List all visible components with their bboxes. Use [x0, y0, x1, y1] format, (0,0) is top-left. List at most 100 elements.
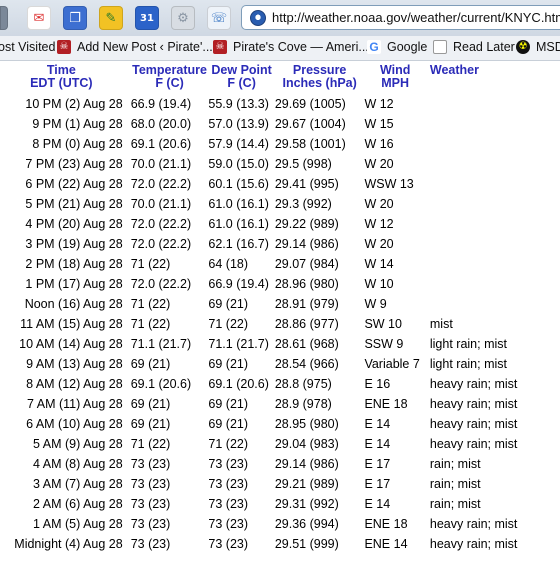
table-row: 10 AM (14) Aug 28 71.1 (21.7) 71.1 (21.7) 2… [0, 334, 560, 354]
cell-dew-point: 69 (21) [208, 417, 249, 431]
cell-time: 1 AM (5) Aug 28 [33, 517, 123, 531]
cell-time: 9 AM (13) Aug 28 [26, 357, 123, 371]
cell-time: 10 PM (2) Aug 28 [25, 97, 123, 111]
cell-pressure: 28.95 (980) [274, 417, 339, 431]
cell-pressure: 28.54 (966) [274, 357, 339, 371]
cell-dew-point: 60.1 (15.6) [208, 177, 269, 191]
phone-icon[interactable]: ☏ [207, 6, 231, 30]
cell-wind: ENE 18 [364, 397, 408, 411]
page-icon [433, 40, 447, 54]
cell-time: 1 PM (17) Aug 28 [25, 277, 123, 291]
cell-pressure: 29.04 (983) [274, 437, 339, 451]
noaa-site-icon [250, 9, 266, 26]
header-dew-point-line2: F (C) [227, 76, 256, 90]
table-row: 8 AM (12) Aug 28 69.1 (20.6) 69.1 (20.6) 28… [0, 374, 560, 394]
cell-weather [426, 234, 560, 254]
cell-time: Midnight (4) Aug 28 [14, 537, 123, 551]
cell-time: 6 AM (10) Aug 28 [26, 417, 123, 431]
cell-pressure: 29.51 (999) [274, 537, 339, 551]
cell-dew-point: 62.1 (16.7) [208, 237, 269, 251]
cell-dew-point: 64 (18) [208, 257, 249, 271]
tabs-icon[interactable]: ❐ [63, 6, 87, 30]
cell-pressure: 28.96 (980) [274, 277, 339, 291]
cell-weather: light rain; mist [429, 337, 507, 351]
cell-wind: W 12 [364, 97, 394, 111]
cell-weather: heavy rain; mist [429, 397, 518, 411]
header-wind: Wind MPH [364, 62, 425, 94]
bookmark-pirates-cove[interactable]: ☠ Pirate's Cove — Ameri... [213, 40, 369, 54]
bookmark-google[interactable]: G Google [367, 40, 427, 54]
calendar-icon[interactable]: 31 [135, 6, 159, 30]
cell-weather [426, 254, 560, 274]
cell-weather [426, 294, 560, 314]
cell-time: 6 PM (22) Aug 28 [25, 177, 123, 191]
cell-time: 3 PM (19) Aug 28 [25, 237, 123, 251]
cell-weather: heavy rain; mist [429, 437, 518, 451]
bookmark-read-later[interactable]: Read Later [433, 40, 515, 54]
radiation-icon: ☢ [516, 40, 530, 54]
table-row: 2 PM (18) Aug 28 71 (22) 64 (18) 29.07 (984… [0, 254, 560, 274]
bookmark-add-new-post[interactable]: ☠ Add New Post ‹ Pirate'... [57, 40, 213, 54]
cell-dew-point: 73 (23) [208, 497, 249, 511]
cell-temperature: 73 (23) [130, 517, 171, 531]
cell-weather: mist [429, 317, 453, 331]
cell-pressure: 29.36 (994) [274, 517, 339, 531]
cell-temperature: 73 (23) [130, 477, 171, 491]
cell-temperature: 70.0 (21.1) [130, 157, 192, 171]
cell-pressure: 29.41 (995) [274, 177, 339, 191]
cell-temperature: 71 (22) [130, 297, 171, 311]
observations-body: 10 PM (2) Aug 28 66.9 (19.4) 55.9 (13.3) 29… [0, 94, 560, 554]
url-text[interactable]: http://weather.noaa.gov/weather/current/… [272, 10, 560, 25]
cell-weather: heavy rain; mist [429, 517, 518, 531]
address-bar[interactable]: http://weather.noaa.gov/weather/current/… [241, 5, 560, 30]
cell-pressure: 29.31 (992) [274, 497, 339, 511]
gear-icon[interactable]: ⚙ [171, 6, 195, 30]
cell-time: 2 AM (6) Aug 28 [33, 497, 123, 511]
cell-weather: heavy rain; mist [429, 537, 518, 551]
cell-temperature: 71.1 (21.7) [130, 337, 192, 351]
cell-temperature: 73 (23) [130, 497, 171, 511]
bookmark-msd[interactable]: ☢ MSD [516, 40, 560, 54]
cell-pressure: 28.86 (977) [274, 317, 339, 331]
table-row: 6 PM (22) Aug 28 72.0 (22.2) 60.1 (15.6) 29… [0, 174, 560, 194]
cell-weather: rain; mist [429, 457, 481, 471]
cell-temperature: 69.1 (20.6) [130, 137, 192, 151]
cell-pressure: 29.5 (998) [274, 157, 332, 171]
table-row: 5 AM (9) Aug 28 71 (22) 71 (22) 29.04 (983)… [0, 434, 560, 454]
cell-wind: E 14 [364, 417, 391, 431]
cell-pressure: 29.14 (986) [274, 237, 339, 251]
header-time: Time EDT (UTC) [0, 62, 127, 94]
cell-dew-point: 73 (23) [208, 457, 249, 471]
cell-wind: SW 10 [364, 317, 402, 331]
browser-toolbar: ✉ ❐ ✎ 31 ⚙ ☏ http://weather.noaa.gov/wea… [0, 0, 560, 36]
bookmark-most-visited[interactable]: ost Visited [0, 40, 55, 54]
table-row: 3 PM (19) Aug 28 72.0 (22.2) 62.1 (16.7) 29… [0, 234, 560, 254]
cell-dew-point: 55.9 (13.3) [208, 97, 269, 111]
cell-pressure: 29.07 (984) [274, 257, 339, 271]
cell-temperature: 72.0 (22.2) [130, 217, 192, 231]
cell-dew-point: 69.1 (20.6) [208, 377, 269, 391]
cell-wind: E 17 [364, 477, 391, 491]
cell-weather [426, 94, 560, 114]
table-row: 7 PM (23) Aug 28 70.0 (21.1) 59.0 (15.0) 29… [0, 154, 560, 174]
header-weather: Weather [426, 62, 560, 94]
cell-dew-point: 57.0 (13.9) [208, 117, 269, 131]
table-row: 4 AM (8) Aug 28 73 (23) 73 (23) 29.14 (986)… [0, 454, 560, 474]
cell-wind: W 14 [364, 257, 394, 271]
bookmark-icon[interactable]: ✎ [99, 6, 123, 30]
table-row: 2 AM (6) Aug 28 73 (23) 73 (23) 29.31 (992)… [0, 494, 560, 514]
table-row: 9 PM (1) Aug 28 68.0 (20.0) 57.0 (13.9) 29.… [0, 114, 560, 134]
cell-wind: ENE 18 [364, 517, 408, 531]
gmail-icon[interactable]: ✉ [27, 6, 51, 30]
cell-wind: W 20 [364, 157, 394, 171]
cell-time: 8 AM (12) Aug 28 [26, 377, 123, 391]
table-row: 7 AM (11) Aug 28 69 (21) 69 (21) 28.9 (978)… [0, 394, 560, 414]
header-temperature: Temperature F (C) [127, 62, 209, 94]
calendar-label: 31 [140, 12, 154, 24]
header-temperature-line2: F (C) [155, 76, 184, 90]
google-icon: G [367, 40, 381, 54]
table-row: Noon (16) Aug 28 71 (22) 69 (21) 28.91 (979… [0, 294, 560, 314]
table-row: 1 PM (17) Aug 28 72.0 (22.2) 66.9 (19.4) 28… [0, 274, 560, 294]
bookmark-label: ost Visited [0, 40, 56, 54]
cell-time: 5 AM (9) Aug 28 [33, 437, 123, 451]
